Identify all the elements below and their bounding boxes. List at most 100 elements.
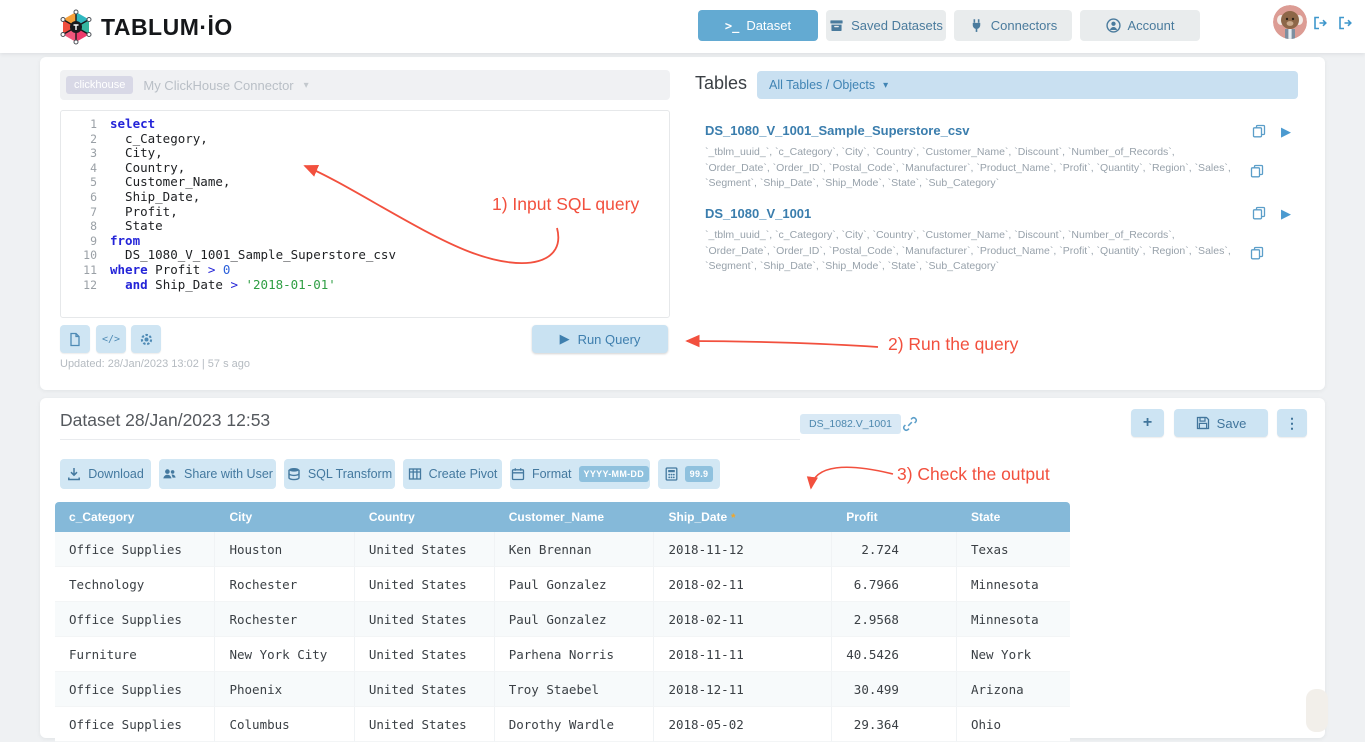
calculator-icon — [665, 467, 678, 481]
more-options-button[interactable]: ⋮ — [1277, 409, 1307, 437]
cell: Technology — [55, 567, 215, 602]
cell: 2018-05-02 — [654, 707, 832, 742]
result-table[interactable]: c_CategoryCityCountryCustomer_NameShip_D… — [55, 502, 1070, 742]
column-header-customer_name[interactable]: Customer_Name — [495, 502, 655, 532]
run-query-label: Run Query — [578, 332, 641, 347]
code-line: 2 c_Category, — [61, 132, 669, 147]
annotation-step1: 1) Input SQL query — [492, 194, 639, 215]
number-precision-button[interactable]: 99.9 — [658, 459, 720, 489]
table-row: FurnitureNew York CityUnited StatesParhe… — [55, 637, 1070, 672]
save-button[interactable]: Save — [1174, 409, 1268, 437]
nav-connectors-label: Connectors — [991, 18, 1057, 33]
cell: 40.5426 — [832, 637, 957, 672]
line-number: 2 — [61, 132, 97, 147]
new-query-button[interactable] — [60, 325, 90, 353]
settings-button[interactable] — [131, 325, 161, 353]
code-text: c_Category, — [97, 132, 208, 147]
logout-alt-icon[interactable] — [1337, 15, 1353, 31]
nav-dataset-button[interactable]: >_ Dataset — [698, 10, 818, 41]
cell: New York City — [215, 637, 354, 672]
cell: Phoenix — [215, 672, 354, 707]
line-number: 4 — [61, 161, 97, 176]
avatar[interactable] — [1273, 5, 1307, 39]
table-link-superstore[interactable]: DS_1080_V_1001_Sample_Superstore_csv — [705, 123, 970, 138]
kebab-icon: ⋮ — [1285, 415, 1299, 432]
line-number: 3 — [61, 146, 97, 161]
code-text: Customer_Name, — [97, 175, 230, 190]
sort-indicator: * — [731, 512, 735, 524]
column-header-c_category[interactable]: c_Category — [55, 502, 215, 532]
share-label: Share with User — [184, 467, 273, 481]
share-with-user-button[interactable]: Share with User — [159, 459, 276, 489]
connector-selector[interactable]: clickhouse My ClickHouse Connector ▾ — [60, 70, 670, 100]
column-header-ship_date[interactable]: Ship_Date* — [654, 502, 832, 532]
table-row: Office SuppliesHoustonUnited StatesKen B… — [55, 532, 1070, 567]
code-line: 11where Profit > 0 — [61, 263, 669, 278]
tables-filter-label: All Tables / Objects — [769, 78, 875, 92]
code-line: 4 Country, — [61, 161, 669, 176]
column-header-state[interactable]: State — [957, 502, 1070, 532]
plug-icon — [969, 18, 984, 33]
table-columns-superstore: `_tblm_uuid_`, `c_Category`, `City`, `Co… — [705, 145, 1240, 192]
column-header-country[interactable]: Country — [355, 502, 495, 532]
link-icon[interactable] — [902, 416, 918, 432]
line-number: 10 — [61, 248, 97, 263]
run-table-icon[interactable]: ▶ — [1281, 124, 1291, 140]
run-query-button[interactable]: ▶ Run Query — [532, 325, 668, 353]
precision-badge: 99.9 — [685, 466, 714, 482]
annotation-step3: 3) Check the output — [897, 464, 1050, 485]
copy-icon[interactable] — [1252, 206, 1266, 220]
logo[interactable]: TABLUM·İO — [58, 9, 233, 45]
table-icon — [408, 467, 422, 481]
table-row: Office SuppliesRochesterUnited StatesPau… — [55, 602, 1070, 637]
table-link-ds1080[interactable]: DS_1080_V_1001 — [705, 206, 811, 221]
copy-columns-icon[interactable] — [1250, 246, 1264, 260]
nav-saved-datasets-button[interactable]: Saved Datasets — [826, 10, 946, 41]
table-row: Office SuppliesPhoenixUnited StatesTroy … — [55, 672, 1070, 707]
cell: United States — [355, 707, 495, 742]
line-number: 8 — [61, 219, 97, 234]
cell: New York — [957, 637, 1070, 672]
column-header-profit[interactable]: Profit — [832, 502, 957, 532]
table-columns-ds1080: `_tblm_uuid_`, `c_Category`, `City`, `Co… — [705, 228, 1240, 275]
code-text: and Ship_Date > '2018-01-01' — [97, 278, 336, 293]
cell: United States — [355, 672, 495, 707]
cell: Arizona — [957, 672, 1070, 707]
logo-hexagon-icon — [58, 9, 94, 45]
download-button[interactable]: Download — [60, 459, 151, 489]
sql-transform-button[interactable]: SQL Transform — [284, 459, 395, 489]
add-dataset-button[interactable]: + — [1131, 409, 1164, 437]
scrollbar-thumb[interactable] — [1306, 689, 1328, 732]
table-header-row: c_CategoryCityCountryCustomer_NameShip_D… — [55, 502, 1070, 532]
cell: Parhena Norris — [495, 637, 655, 672]
copy-icon[interactable] — [1252, 124, 1266, 138]
cell: 30.499 — [832, 672, 957, 707]
code-text: where Profit > 0 — [97, 263, 230, 278]
code-text: select — [97, 117, 155, 132]
format-label: Format — [532, 467, 572, 481]
cell: United States — [355, 532, 495, 567]
nav-account-label: Account — [1128, 18, 1175, 33]
create-pivot-button[interactable]: Create Pivot — [403, 459, 502, 489]
code-line: 5 Customer_Name, — [61, 175, 669, 190]
nav-account-button[interactable]: Account — [1080, 10, 1200, 41]
table-row: TechnologyRochesterUnited StatesPaul Gon… — [55, 567, 1070, 602]
date-format-badge: YYYY-MM-DD — [579, 466, 650, 482]
line-number: 9 — [61, 234, 97, 249]
plus-icon: + — [1143, 414, 1152, 432]
code-line: 9from — [61, 234, 669, 249]
cell: Houston — [215, 532, 354, 567]
chevron-down-icon: ▾ — [304, 80, 309, 91]
nav-connectors-button[interactable]: Connectors — [954, 10, 1072, 41]
format-button[interactable]: Format YYYY-MM-DD — [510, 459, 650, 489]
column-header-city[interactable]: City — [215, 502, 354, 532]
tables-filter-dropdown[interactable]: All Tables / Objects ▾ — [757, 71, 1298, 99]
code-view-button[interactable]: </> — [96, 325, 126, 353]
cell: Minnesota — [957, 567, 1070, 602]
cell: Troy Staebel — [495, 672, 655, 707]
cell: 2018-12-11 — [654, 672, 832, 707]
logout-icon[interactable] — [1312, 15, 1328, 31]
calendar-icon — [511, 467, 525, 481]
copy-columns-icon[interactable] — [1250, 164, 1264, 178]
run-table-icon[interactable]: ▶ — [1281, 206, 1291, 222]
